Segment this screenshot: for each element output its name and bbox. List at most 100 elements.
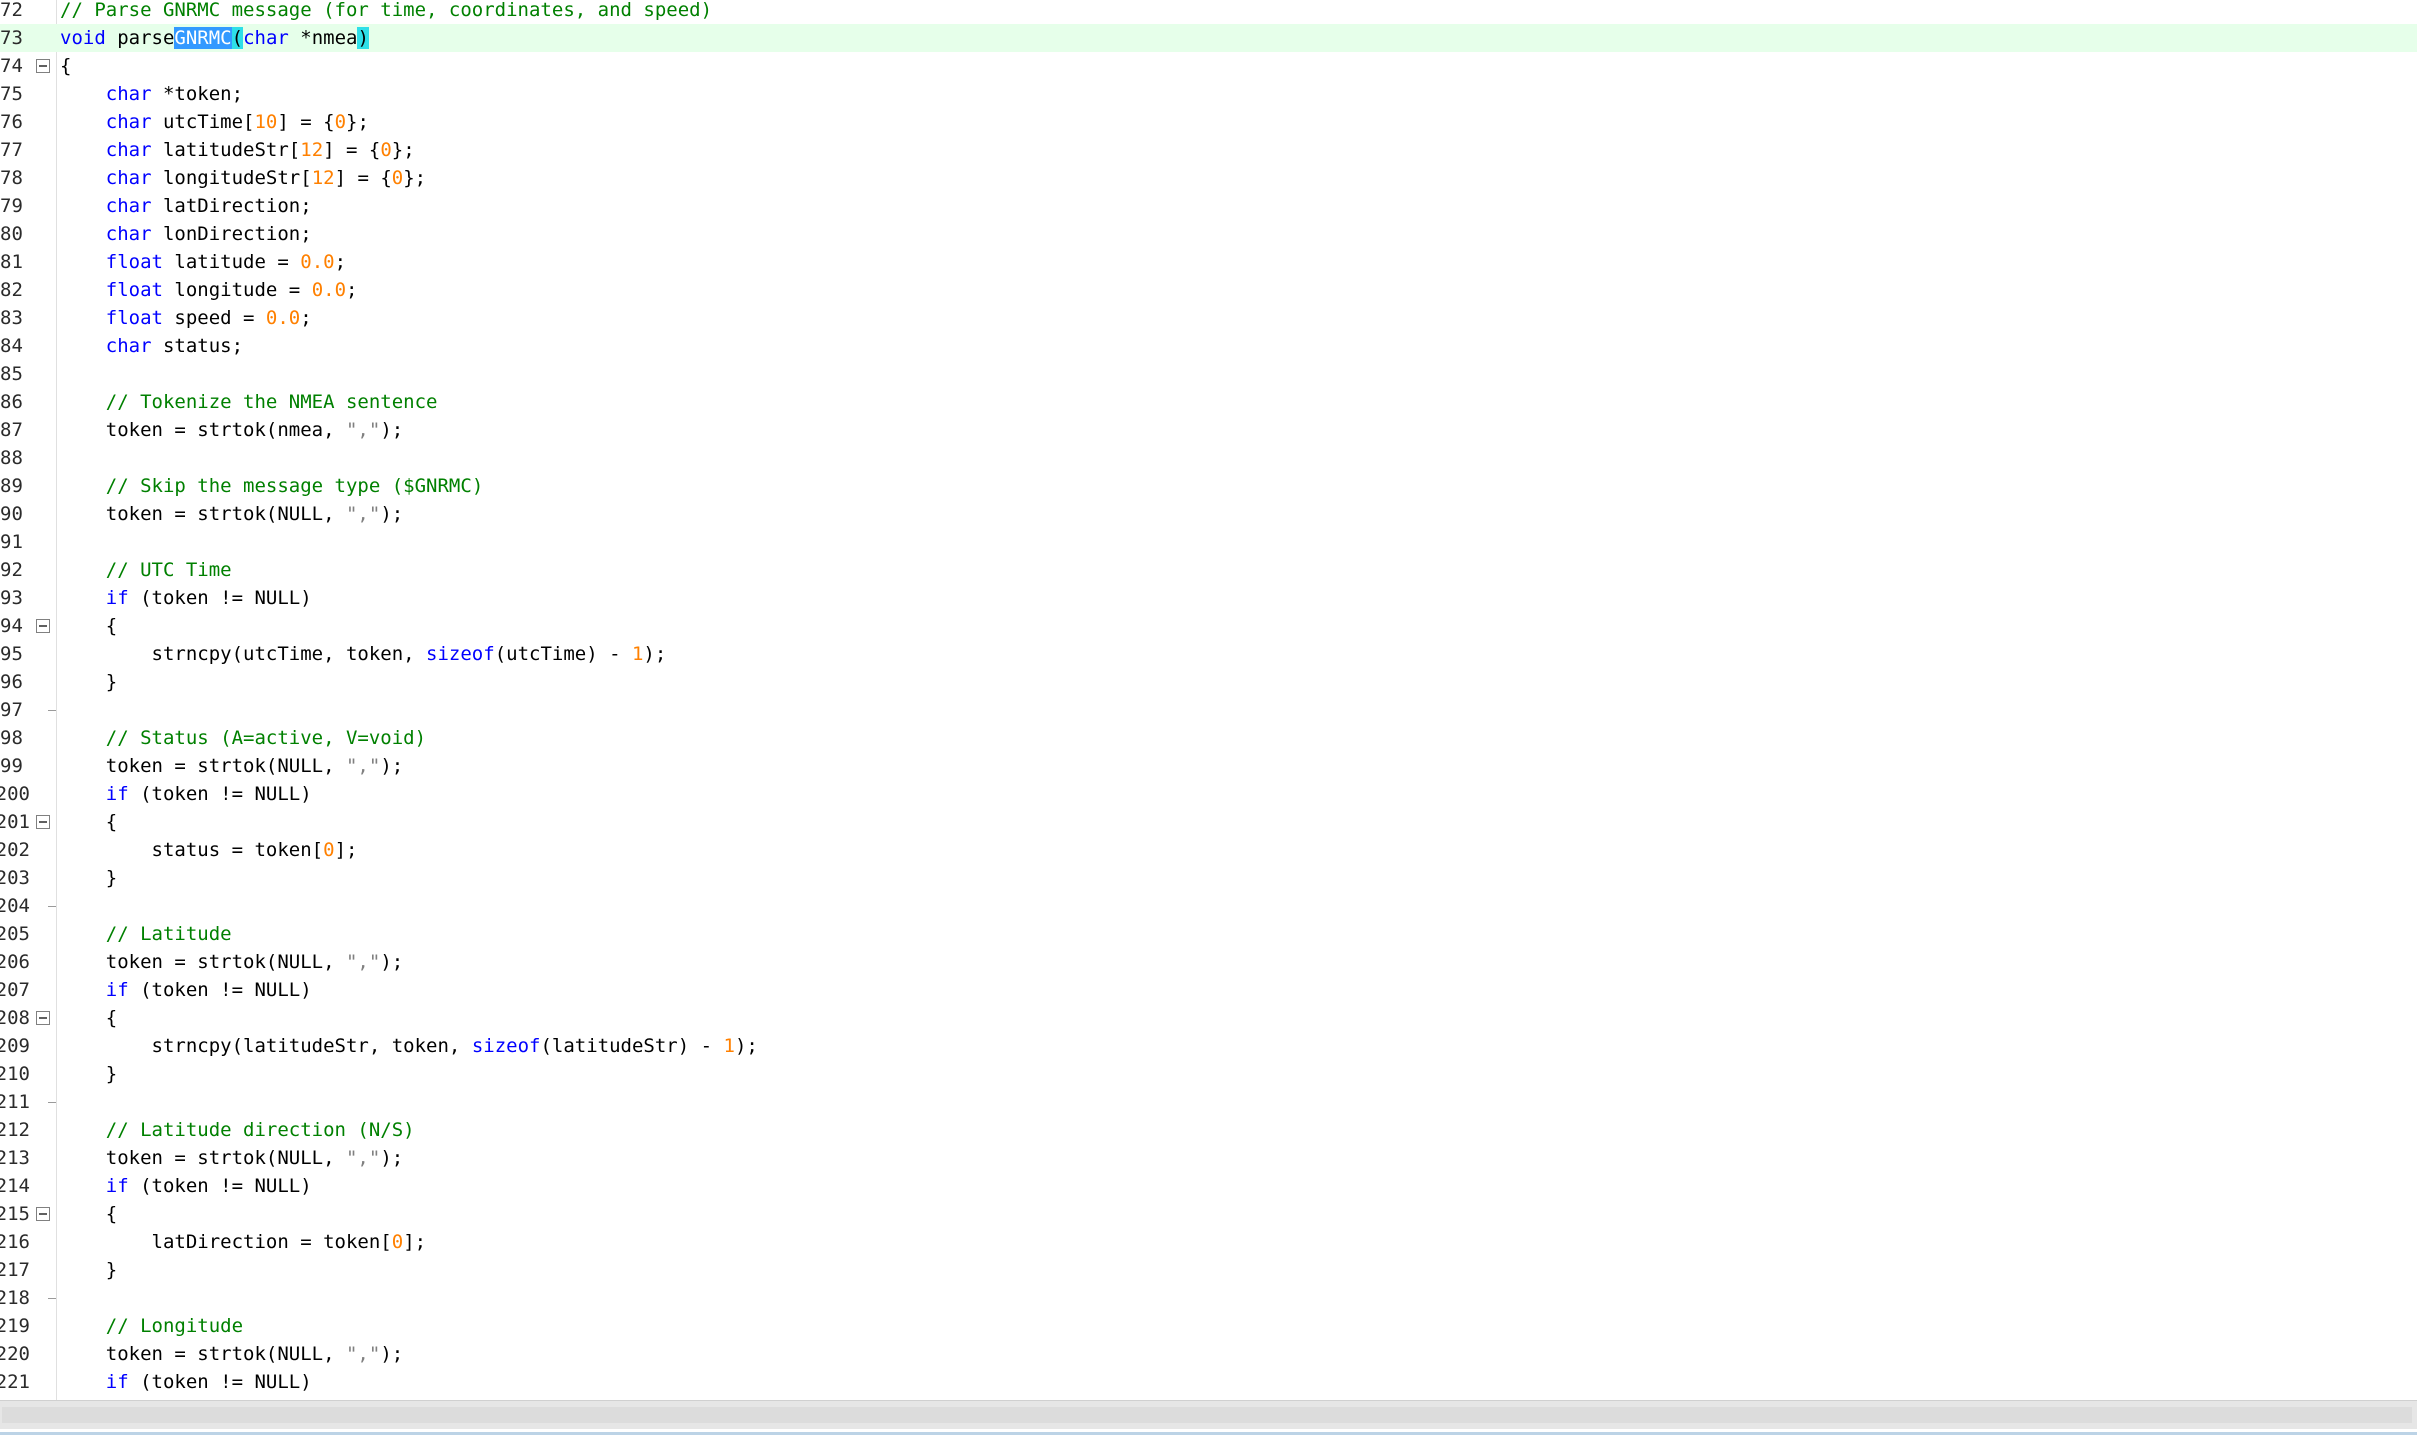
code-line[interactable]: 93 if (token != NULL) — [0, 584, 2417, 612]
line-number: 98 — [0, 727, 23, 749]
fold-collapse-icon[interactable] — [36, 59, 50, 73]
code-text: token = strtok(NULL, ","); — [60, 500, 403, 528]
code-text: // Longitude — [60, 1312, 243, 1340]
code-text: void parseGNRMC(char *nmea) — [60, 24, 369, 52]
horizontal-scrollbar[interactable] — [0, 1400, 2417, 1429]
code-line[interactable]: 89 // Skip the message type ($GNRMC) — [0, 472, 2417, 500]
fold-collapse-icon[interactable] — [36, 815, 50, 829]
code-token: (token != NULL) — [128, 1371, 312, 1393]
code-text: // Tokenize the NMEA sentence — [60, 388, 438, 416]
code-line[interactable]: 215 { — [0, 1200, 2417, 1228]
code-token: 0 — [323, 839, 335, 861]
code-line[interactable]: 218 — [0, 1284, 2417, 1312]
code-line[interactable]: 221 if (token != NULL) — [0, 1368, 2417, 1396]
line-number: 74 — [0, 55, 23, 77]
fold-collapse-icon[interactable] — [36, 1011, 50, 1025]
code-line[interactable]: 210 } — [0, 1060, 2417, 1088]
code-line[interactable]: 98 // Status (A=active, V=void) — [0, 724, 2417, 752]
code-line[interactable]: 74 { — [0, 52, 2417, 80]
code-token: ; — [334, 251, 347, 273]
code-text: // Skip the message type ($GNRMC) — [60, 472, 484, 500]
code-line[interactable]: 204 — [0, 892, 2417, 920]
code-line[interactable]: 78 char longitudeStr[12] = {0}; — [0, 164, 2417, 192]
line-number: 202 — [0, 839, 30, 861]
code-line[interactable]: 81 float latitude = 0.0; — [0, 248, 2417, 276]
code-line[interactable]: 91 — [0, 528, 2417, 556]
code-line[interactable]: 76 char utcTime[10] = {0}; — [0, 108, 2417, 136]
code-line[interactable]: 84 char status; — [0, 332, 2417, 360]
code-line[interactable]: 72 // Parse GNRMC message (for time, coor… — [0, 0, 2417, 24]
code-token: if — [105, 783, 129, 805]
code-text: strncpy(utcTime, token, sizeof(utcTime) … — [60, 640, 667, 668]
code-token: (token != NULL) — [128, 587, 312, 609]
code-line[interactable]: 88 — [0, 444, 2417, 472]
code-line[interactable]: 87 token = strtok(nmea, ","); — [0, 416, 2417, 444]
code-token: ]; — [403, 1231, 427, 1253]
code-line[interactable]: 203 } — [0, 864, 2417, 892]
line-number: 207 — [0, 979, 30, 1001]
code-line[interactable]: 205 // Latitude — [0, 920, 2417, 948]
code-text: token = strtok(NULL, ","); — [60, 948, 403, 976]
code-token: token = strtok(NULL, — [60, 1343, 346, 1365]
code-token: latDirection; — [151, 195, 312, 217]
code-line[interactable]: 75 char *token; — [0, 80, 2417, 108]
line-number: 210 — [0, 1063, 30, 1085]
code-line[interactable]: 92 // UTC Time — [0, 556, 2417, 584]
code-line[interactable]: 206 token = strtok(NULL, ","); — [0, 948, 2417, 976]
code-token: // Status (A=active, V=void) — [105, 727, 427, 749]
code-line[interactable]: 207 if (token != NULL) — [0, 976, 2417, 1004]
code-line[interactable]: 97 — [0, 696, 2417, 724]
code-line[interactable]: 219 // Longitude — [0, 1312, 2417, 1340]
code-editor[interactable]: 72 // Parse GNRMC message (for time, coor… — [0, 0, 2417, 1400]
line-number: 219 — [0, 1315, 30, 1337]
code-line[interactable]: 96 } — [0, 668, 2417, 696]
code-token: float — [105, 251, 163, 273]
code-line[interactable]: 99 token = strtok(NULL, ","); — [0, 752, 2417, 780]
code-line[interactable]: 201 { — [0, 808, 2417, 836]
code-line[interactable]: 212 // Latitude direction (N/S) — [0, 1116, 2417, 1144]
code-token: longitude = — [162, 279, 312, 301]
code-line[interactable]: 209 strncpy(latitudeStr, token, sizeof(l… — [0, 1032, 2417, 1060]
line-number: 203 — [0, 867, 30, 889]
code-text: // Parse GNRMC message (for time, coordi… — [60, 0, 712, 24]
code-line[interactable]: 213 token = strtok(NULL, ","); — [0, 1144, 2417, 1172]
code-line[interactable]: 200 if (token != NULL) — [0, 780, 2417, 808]
code-token: parse — [105, 27, 175, 49]
code-token: ] = { — [323, 139, 381, 161]
code-line[interactable]: 83 float speed = 0.0; — [0, 304, 2417, 332]
code-line[interactable]: 95 strncpy(utcTime, token, sizeof(utcTim… — [0, 640, 2417, 668]
fold-collapse-icon[interactable] — [36, 619, 50, 633]
line-number: 218 — [0, 1287, 30, 1309]
code-line[interactable]: 208 { — [0, 1004, 2417, 1032]
code-line[interactable]: 214 if (token != NULL) — [0, 1172, 2417, 1200]
code-text: // Latitude — [60, 920, 232, 948]
code-line[interactable]: 79 char latDirection; — [0, 192, 2417, 220]
line-number: 89 — [0, 475, 23, 497]
code-token: lonDirection; — [151, 223, 312, 245]
line-number: 87 — [0, 419, 23, 441]
code-token: ); — [380, 1147, 404, 1169]
code-line[interactable]: 217 } — [0, 1256, 2417, 1284]
fold-collapse-icon[interactable] — [36, 1207, 50, 1221]
scrollbar-thumb[interactable] — [2, 1407, 2412, 1423]
code-line[interactable]: 77 char latitudeStr[12] = {0}; — [0, 136, 2417, 164]
code-line[interactable]: 86 // Tokenize the NMEA sentence — [0, 388, 2417, 416]
code-token: char — [105, 195, 152, 217]
code-token: { — [60, 811, 118, 833]
code-line[interactable]: 202 status = token[0]; — [0, 836, 2417, 864]
code-line[interactable]: 211 — [0, 1088, 2417, 1116]
code-line[interactable]: 90 token = strtok(NULL, ","); — [0, 500, 2417, 528]
code-line[interactable]: 82 float longitude = 0.0; — [0, 276, 2417, 304]
code-line[interactable]: 216 latDirection = token[0]; — [0, 1228, 2417, 1256]
code-line[interactable]: 220 token = strtok(NULL, ","); — [0, 1340, 2417, 1368]
code-line[interactable]: 94 { — [0, 612, 2417, 640]
code-token: } — [60, 1259, 118, 1281]
code-line[interactable]: 85 — [0, 360, 2417, 388]
line-number: 92 — [0, 559, 23, 581]
code-line[interactable]: 80 char lonDirection; — [0, 220, 2417, 248]
code-token: ); — [734, 1035, 758, 1057]
line-number: 73 — [0, 27, 23, 49]
code-line[interactable]: 73 void parseGNRMC(char *nmea) — [0, 24, 2417, 52]
